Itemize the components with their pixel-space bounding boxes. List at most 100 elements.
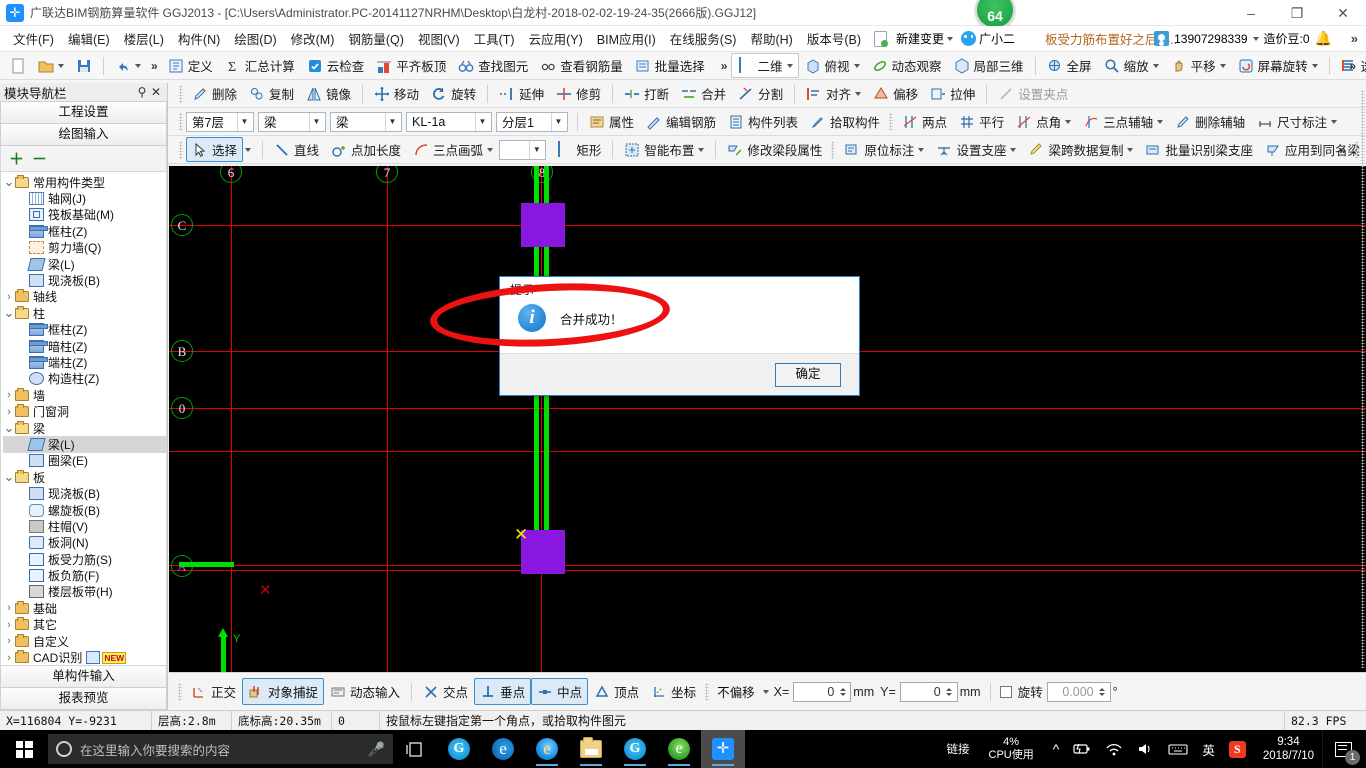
chevron-up-icon[interactable]: ^ [1046, 741, 1067, 757]
menu-online-service[interactable]: 在线服务(S) [663, 26, 744, 51]
tree-item-自定义[interactable]: › 自定义 [3, 633, 166, 649]
ime-indicator[interactable]: 英 [1195, 740, 1222, 759]
three-point-arc-button[interactable]: 三点画弧 [407, 137, 499, 162]
chevron-down-icon[interactable]: ▼ [385, 112, 399, 131]
tree-item-梁[interactable]: ⌄ 梁 [3, 420, 166, 436]
tree-item-板[interactable]: ⌄ 板 [3, 469, 166, 485]
chevron-down-icon[interactable] [1157, 119, 1164, 124]
tree-item-柱[interactable]: ⌄ 柱 [3, 305, 166, 321]
taskbar-360[interactable] [613, 730, 657, 768]
single-input-button[interactable]: 单构件输入 [0, 666, 167, 688]
view-rebar-button[interactable]: 查看钢筋量 [534, 53, 629, 78]
cpu-usage-widget[interactable]: 4% CPU使用 [977, 736, 1046, 762]
bell-icon[interactable]: 🔔 [1315, 30, 1332, 47]
properties-button[interactable]: 属性 [583, 109, 640, 134]
modify-beam-props-button[interactable]: 修改梁段属性 [721, 137, 828, 162]
chevron-down-icon[interactable] [1010, 147, 1017, 152]
chevron-down-icon[interactable]: ▼ [309, 112, 323, 131]
taskbar-file-explorer[interactable] [569, 730, 613, 768]
chevron-down-icon[interactable] [853, 63, 860, 68]
fullscreen-button[interactable]: 全屏 [1041, 53, 1098, 78]
snapbar-grip[interactable] [178, 682, 182, 701]
layer-selector[interactable]: 分层1 ▼ [496, 111, 568, 132]
tree-item-端柱z[interactable]: 端柱(Z) [3, 354, 166, 370]
three-point-axis-button[interactable]: 三点辅轴 [1077, 109, 1169, 134]
account-phone[interactable]: 13907298339 [1174, 32, 1247, 46]
offset-mode-selector[interactable]: 不偏移 [712, 682, 772, 702]
y-offset-input[interactable]: 0 [899, 681, 958, 702]
dynamic-observe-button[interactable]: 动态观察 [866, 53, 948, 78]
draw-extra-selector[interactable]: ▼ [499, 139, 547, 160]
trim-button[interactable]: 修剪 [550, 81, 607, 106]
menu-help[interactable]: 帮助(H) [743, 26, 799, 51]
offset-button[interactable]: 偏移 [867, 81, 924, 106]
copy-button[interactable]: 复制 [243, 81, 300, 106]
tree-item-框柱z[interactable]: 框柱(Z) [3, 322, 166, 338]
chevron-down-icon[interactable] [855, 91, 862, 96]
batch-recognize-support-button[interactable]: 批量识别梁支座 [1139, 137, 1259, 162]
break-button[interactable]: 打断 [618, 81, 675, 106]
move-button[interactable]: 移动 [368, 81, 425, 106]
draw-grip-2[interactable] [831, 140, 836, 159]
tree-item-门窗洞[interactable]: › 门窗洞 [3, 403, 166, 419]
stretch-button[interactable]: 拉伸 [924, 81, 981, 106]
notification-center-button[interactable]: 1 [1322, 730, 1364, 768]
draw-bar-grip-end[interactable] [1355, 140, 1359, 159]
tree-item-板负筋f[interactable]: 板负筋(F) [3, 567, 166, 583]
extend-button[interactable]: 延伸 [493, 81, 550, 106]
column-top[interactable] [521, 203, 565, 247]
save-button[interactable] [70, 55, 98, 77]
tree-item-轴线[interactable]: › 轴线 [3, 289, 166, 305]
menu-overflow-button[interactable]: » [1351, 31, 1358, 46]
view-2d-button[interactable]: 二维 [731, 53, 799, 78]
tree-item-楼层板带h[interactable]: 楼层板带(H) [3, 584, 166, 600]
rotate-spinner[interactable] [1097, 687, 1108, 696]
dimension-button[interactable]: 尺寸标注 [1251, 109, 1343, 134]
offset-grip[interactable] [705, 682, 710, 701]
tree-item-筏板基础m[interactable]: 筏板基础(M) [3, 207, 166, 223]
snap-vertex[interactable]: 顶点 [588, 678, 645, 705]
toolbar-grip[interactable] [179, 84, 183, 103]
chevron-down-icon[interactable]: ▼ [551, 112, 565, 131]
task-view-button[interactable] [393, 730, 437, 768]
new-change-button[interactable]: 新建变更 [892, 28, 957, 49]
chevron-right-icon[interactable]: › [3, 406, 15, 418]
tree-item-剪力墙q[interactable]: 剪力墙(Q) [3, 240, 166, 256]
volume-icon[interactable] [1130, 742, 1161, 756]
chevron-down-icon[interactable] [1219, 63, 1226, 68]
tree-item-常用构件类型[interactable]: ⌄ 常用构件类型 [3, 174, 166, 190]
tree-item-cad识别[interactable]: › CAD识别 NEW [3, 649, 166, 665]
chevron-down-icon[interactable] [1065, 119, 1072, 124]
keyboard-icon[interactable] [1161, 743, 1195, 756]
draw-bar-overflow[interactable]: » [1335, 143, 1350, 157]
report-preview-button[interactable]: 报表预览 [0, 688, 167, 710]
menu-rebar[interactable]: 钢筋量(Q) [341, 26, 411, 51]
tree-item-墙[interactable]: › 墙 [3, 387, 166, 403]
grid-bubble-0[interactable]: 0 [171, 397, 193, 419]
menu-bim[interactable]: BIM应用(I) [590, 26, 663, 51]
taskbar-ie[interactable]: e [525, 730, 569, 768]
pin-icon[interactable]: ⚲ [135, 85, 149, 99]
menu-tools[interactable]: 工具(T) [467, 26, 522, 51]
tree-item-框柱z[interactable]: 框柱(Z) [3, 223, 166, 239]
x-spinner[interactable] [837, 687, 848, 696]
component-tree[interactable]: ⌄ 常用构件类型 轴网(J) 筏板基础(M) 框柱(Z) 剪力墙(Q) 梁(L) 现浇板(B)… [0, 172, 167, 666]
sogou-icon[interactable]: S [1222, 740, 1253, 758]
menu-member[interactable]: 构件(N) [171, 26, 227, 51]
mic-icon[interactable]: 🎤 [368, 741, 385, 758]
merge-button[interactable]: 合并 [675, 81, 732, 106]
grid-bubble-C[interactable]: C [171, 214, 193, 236]
tree-item-现浇板b[interactable]: 现浇板(B) [3, 485, 166, 501]
rotate-button[interactable]: 旋转 [425, 81, 482, 106]
taskbar-search[interactable]: 在这里输入你要搜索的内容 🎤 [48, 734, 393, 764]
chevron-down-icon[interactable] [1152, 63, 1159, 68]
tree-item-梁l[interactable]: 梁(L) [3, 256, 166, 272]
tree-item-板洞n[interactable]: 板洞(N) [3, 535, 166, 551]
menu-version[interactable]: 版本号(B) [800, 26, 868, 51]
y-spinner[interactable] [944, 687, 955, 696]
tree-item-现浇板b[interactable]: 现浇板(B) [3, 272, 166, 288]
align-button[interactable]: 对齐 [800, 81, 867, 106]
snap-coordinate[interactable]: 坐标 [645, 678, 702, 705]
rectangle-button[interactable]: 矩形 [550, 137, 607, 162]
point-angle-axis-button[interactable]: 点角 [1010, 109, 1077, 134]
